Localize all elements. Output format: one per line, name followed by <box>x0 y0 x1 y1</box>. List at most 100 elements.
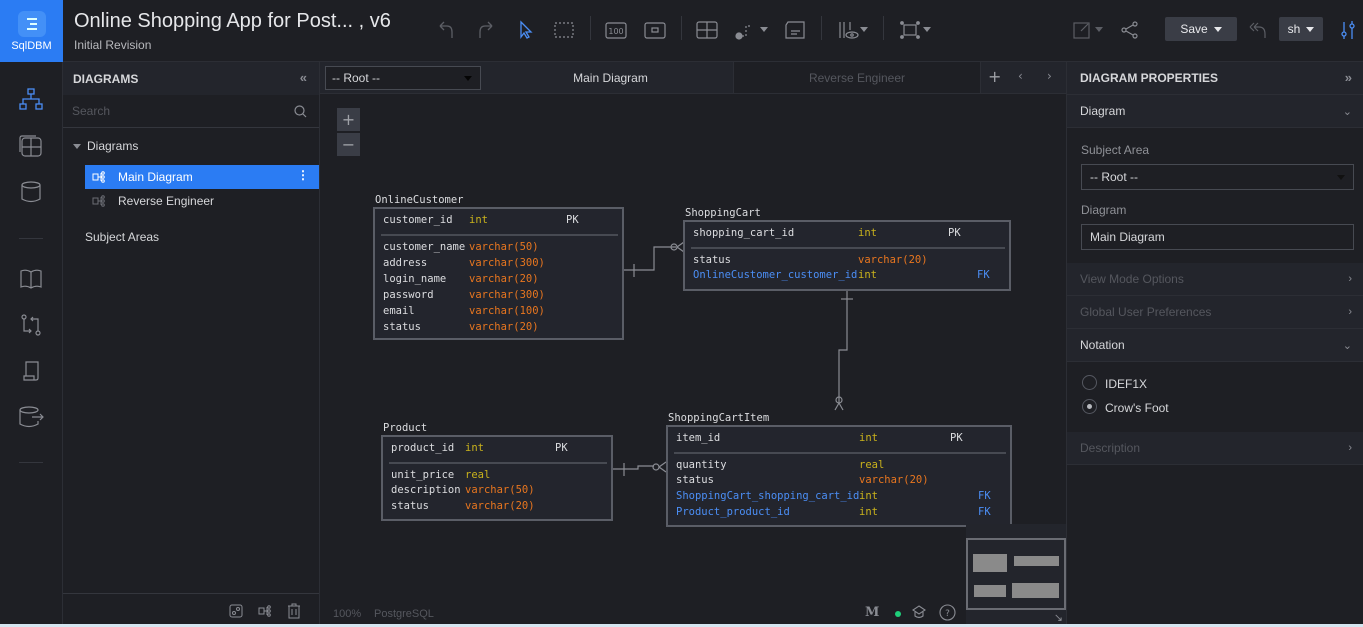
collapse-properties-icon[interactable]: » <box>1345 70 1352 85</box>
table-product[interactable]: product_id int PK unit_price real descrip… <box>381 435 613 521</box>
undo-button[interactable] <box>433 17 459 43</box>
table-row[interactable]: item_id int PK <box>668 431 1010 446</box>
note-icon <box>785 21 805 39</box>
share-button[interactable] <box>1117 17 1143 43</box>
rail-diagrams[interactable] <box>18 87 44 113</box>
save-label: Save <box>1180 22 1208 36</box>
diagram-search-input[interactable] <box>63 95 283 127</box>
table-shoppingcartitem[interactable]: item_id int PK quantity real status varcha… <box>666 425 1012 527</box>
revert-button[interactable] <box>1245 17 1271 43</box>
column-name: item_id <box>676 432 721 444</box>
table-row[interactable]: status varchar(20) <box>668 473 1010 488</box>
rail-scripts[interactable] <box>18 358 44 384</box>
diagram-item-main[interactable]: Main Diagram ⋮ <box>85 165 319 189</box>
diagram-item-reverse-engineer[interactable]: Reverse Engineer <box>85 189 319 213</box>
add-diagram-icon[interactable] <box>258 604 272 618</box>
subject-area-add-icon[interactable] <box>229 604 243 618</box>
section-diagram[interactable]: Diagram ⌄ <box>1067 95 1363 128</box>
diagram-name-input[interactable]: Main Diagram <box>1081 224 1354 250</box>
relationship-product-item[interactable] <box>613 461 667 476</box>
settings-sliders-button[interactable] <box>1335 17 1361 43</box>
prev-tab-icon[interactable]: ‹ <box>1018 69 1023 83</box>
column-type: int <box>469 214 488 226</box>
minimap-resize-icon[interactable]: ↘ <box>1054 611 1063 624</box>
open-external-button[interactable] <box>1069 17 1095 43</box>
properties-title: DIAGRAM PROPERTIES <box>1080 71 1219 85</box>
notation-idef1x-label[interactable]: IDEF1X <box>1105 377 1147 391</box>
section-description[interactable]: Description › <box>1067 432 1363 465</box>
fit-screen-button[interactable] <box>897 17 923 43</box>
table-row[interactable]: status varchar(20) <box>685 253 1009 268</box>
notation-crows-foot-label[interactable]: Crow's Foot <box>1105 401 1169 415</box>
tab-main-diagram[interactable]: Main Diagram <box>488 62 733 93</box>
table-row[interactable]: description varchar(50) <box>383 483 611 498</box>
table-row[interactable]: login_name varchar(20) <box>375 272 622 287</box>
notation-crows-foot-radio[interactable] <box>1082 399 1097 414</box>
tab-reverse-engineer[interactable]: Reverse Engineer <box>733 62 981 93</box>
select-area-button[interactable] <box>551 17 577 43</box>
table-row[interactable]: unit_price real <box>383 468 611 483</box>
table-row[interactable]: customer_name varchar(50) <box>375 240 622 255</box>
rail-documentation[interactable] <box>18 266 44 292</box>
column-type: real <box>465 469 491 481</box>
undo-icon <box>439 21 453 38</box>
subject-area-select[interactable]: -- Root -- <box>325 66 481 90</box>
table-row[interactable]: Product_product_id int FK <box>668 505 1010 520</box>
add-tab-icon[interactable]: + <box>988 67 1001 86</box>
section-notation[interactable]: Notation ⌄ <box>1067 329 1363 362</box>
minimap-viewport[interactable] <box>966 538 1066 610</box>
redo-button[interactable] <box>473 17 499 43</box>
minimap[interactable]: ↘ <box>966 524 1066 627</box>
relationship-cart-item[interactable] <box>834 290 853 411</box>
table-row[interactable]: product_id int PK <box>383 441 611 456</box>
next-tab-icon[interactable]: › <box>1047 69 1052 83</box>
table-row[interactable]: OnlineCustomer_customer_id int FK <box>685 268 1009 283</box>
revision-label[interactable]: Initial Revision <box>74 38 151 52</box>
rail-database[interactable] <box>18 179 44 205</box>
section-global-user-preferences[interactable]: Global User Preferences › <box>1067 296 1363 329</box>
search-icon[interactable] <box>294 105 307 118</box>
table-row[interactable]: status varchar(20) <box>383 499 611 514</box>
subject-areas-group[interactable]: Subject Areas <box>85 230 159 244</box>
diagram-canvas[interactable]: + − OnlineCustomer customer_id int PK cu… <box>320 94 1066 627</box>
rail-export[interactable] <box>18 404 44 430</box>
app-logo[interactable]: SqlDBM <box>0 0 63 62</box>
diagram-name-value: Main Diagram <box>1090 230 1165 244</box>
table-row[interactable]: address varchar(300) <box>375 256 622 271</box>
diagrams-group[interactable]: Diagrams <box>73 139 138 153</box>
table-shoppingcart[interactable]: shopping_cart_id int PK status varchar(20… <box>683 220 1011 291</box>
table-row[interactable]: quantity real <box>668 458 1010 473</box>
rail-compare[interactable] <box>18 312 44 338</box>
column-name: status <box>676 474 714 486</box>
project-title[interactable]: Online Shopping App for Post... , v6 <box>74 10 391 33</box>
section-view-mode-options[interactable]: View Mode Options › <box>1067 263 1363 296</box>
academy-icon[interactable] <box>911 604 927 620</box>
relationship-lines <box>613 241 853 476</box>
markdown-icon[interactable]: M <box>865 605 879 620</box>
table-row[interactable]: ShoppingCart_shopping_cart_id int FK <box>668 489 1010 504</box>
pointer-tool-button[interactable] <box>512 17 538 43</box>
view-mode-button[interactable] <box>836 17 862 43</box>
more-options-icon[interactable]: ⋮ <box>297 168 309 182</box>
frame-button[interactable] <box>642 17 668 43</box>
user-menu-button[interactable]: sh <box>1279 17 1323 41</box>
relationship-customer-cart[interactable] <box>624 241 685 277</box>
add-note-button[interactable] <box>782 17 808 43</box>
add-table-button[interactable] <box>694 17 720 43</box>
table-row[interactable]: password varchar(300) <box>375 288 622 303</box>
table-row[interactable]: status varchar(20) <box>375 320 622 335</box>
table-onlinecustomer[interactable]: customer_id int PK customer_name varchar(… <box>373 207 624 340</box>
table-row[interactable]: email varchar(100) <box>375 304 622 319</box>
help-icon[interactable]: ? <box>939 604 956 621</box>
fit-100-button[interactable]: 100 <box>603 17 629 43</box>
rail-tables[interactable] <box>18 133 44 159</box>
add-relationship-button[interactable] <box>733 17 759 43</box>
notation-idef1x-radio[interactable] <box>1082 375 1097 390</box>
save-button[interactable]: Save <box>1165 17 1237 41</box>
table-row[interactable]: shopping_cart_id int PK <box>685 226 1009 241</box>
collapse-panel-icon[interactable]: « <box>300 70 307 85</box>
subject-area-label: Subject Area <box>1081 143 1150 157</box>
table-row[interactable]: customer_id int PK <box>375 213 622 228</box>
delete-icon[interactable] <box>287 603 301 619</box>
subject-area-dropdown[interactable]: -- Root -- <box>1081 164 1354 190</box>
